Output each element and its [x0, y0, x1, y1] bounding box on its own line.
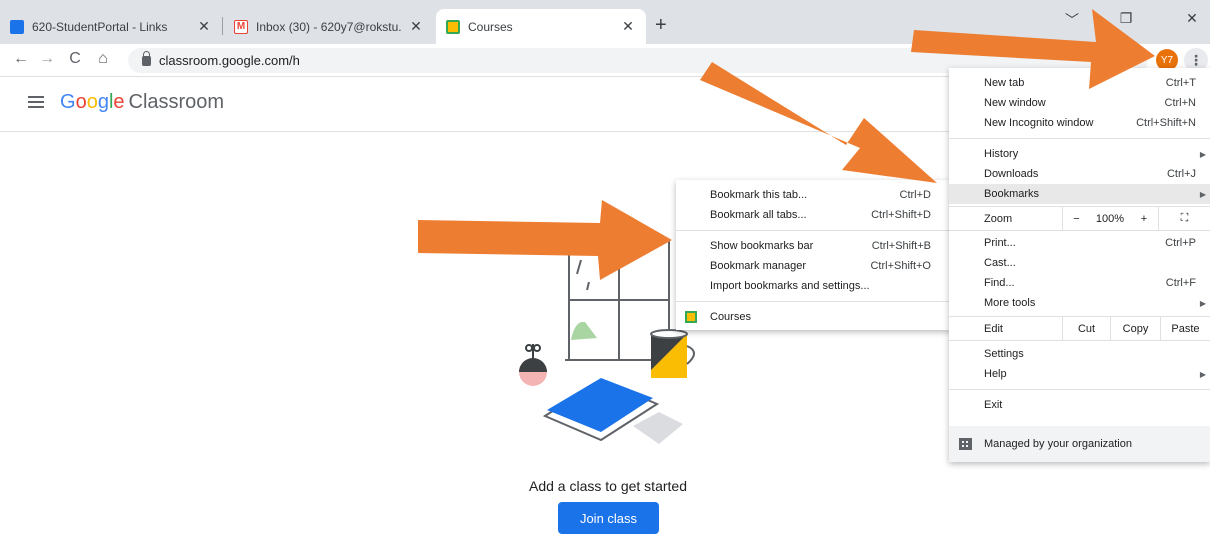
bird-drawing [571, 321, 597, 340]
tab-strip: 620-StudentPortal - Links ✕ M Inbox (30)… [0, 0, 1210, 44]
home-button[interactable]: ⌂ [92, 50, 114, 68]
books-drawing [542, 378, 683, 444]
new-incognito-item[interactable]: New Incognito window Ctrl+Shift+N [949, 113, 1210, 133]
cut-button[interactable]: Cut [1062, 317, 1110, 340]
history-item[interactable]: History ▶ [949, 144, 1210, 164]
edit-row: Edit Cut Copy Paste [949, 316, 1210, 341]
copy-button[interactable]: Copy [1110, 317, 1160, 340]
submenu-arrow-icon: ▶ [1199, 298, 1206, 308]
lock-icon[interactable] [142, 50, 151, 66]
zoom-out-button[interactable]: − [1062, 207, 1090, 230]
forward-button[interactable]: → [36, 50, 58, 68]
back-button[interactable]: ← [10, 50, 32, 68]
help-item[interactable]: Help ▶ [949, 364, 1210, 384]
tab-title: Inbox (30) - 620y7@rokstu.cathol [256, 19, 402, 34]
submenu-arrow-icon: ▶ [1199, 189, 1206, 199]
chrome-main-menu: New tab Ctrl+T New window Ctrl+N New Inc… [949, 68, 1210, 462]
fullscreen-icon[interactable]: ⛶ [1158, 207, 1210, 230]
gmail-icon: M [234, 19, 248, 34]
exit-item[interactable]: Exit [949, 395, 1210, 415]
empty-state-caption: Add a class to get started [529, 478, 687, 494]
tab-courses[interactable]: Courses ✕ [436, 9, 646, 44]
menu-divider [676, 301, 951, 302]
empty-state-illustration [519, 240, 695, 444]
import-bookmarks-item[interactable]: Import bookmarks and settings... [676, 276, 951, 296]
bookmark-this-tab-item[interactable]: Bookmark this tab... Ctrl+D [676, 185, 951, 205]
paste-button[interactable]: Paste [1160, 317, 1210, 340]
zoom-row: Zoom − 100% + ⛶ [949, 206, 1210, 231]
find-item[interactable]: Find... Ctrl+F [949, 273, 1210, 293]
menu-divider [949, 389, 1210, 390]
tab-divider [222, 17, 223, 35]
bookmarks-submenu: Bookmark this tab... Ctrl+D Bookmark all… [676, 180, 951, 330]
bookmark-manager-item[interactable]: Bookmark manager Ctrl+Shift+O [676, 256, 951, 276]
close-tab-icon[interactable]: ✕ [408, 18, 424, 35]
submenu-arrow-icon: ▶ [1199, 369, 1206, 379]
mug-drawing [650, 329, 695, 378]
show-bookmarks-bar-item[interactable]: Show bookmarks bar Ctrl+Shift+B [676, 236, 951, 256]
close-window-button[interactable]: ✕ [1172, 10, 1210, 27]
classroom-favicon-icon [685, 311, 697, 323]
managed-by-org-item[interactable]: Managed by your organization [949, 426, 1210, 462]
print-item[interactable]: Print... Ctrl+P [949, 233, 1210, 253]
tab-title: Courses [468, 19, 513, 34]
tab-student-portal[interactable]: 620-StudentPortal - Links ✕ [0, 9, 222, 44]
url-text[interactable]: classroom.google.com/h [159, 53, 300, 68]
submenu-arrow-icon: ▶ [1199, 149, 1206, 159]
downloads-item[interactable]: Downloads Ctrl+J [949, 164, 1210, 184]
settings-item[interactable]: Settings [949, 344, 1210, 364]
cast-item[interactable]: Cast... [949, 253, 1210, 273]
building-icon [959, 438, 972, 450]
close-tab-icon[interactable]: ✕ [620, 18, 636, 35]
new-window-item[interactable]: New window Ctrl+N [949, 93, 1210, 113]
plant-drawing [519, 344, 547, 386]
google-classroom-logo[interactable]: Google Classroom [60, 91, 224, 114]
hamburger-menu-icon[interactable] [28, 96, 44, 108]
new-tab-item[interactable]: New tab Ctrl+T [949, 73, 1210, 93]
bookmark-courses-item[interactable]: Courses [676, 307, 951, 327]
minimize-button[interactable]: ﹀ [1052, 10, 1092, 30]
restore-button[interactable]: ❐ [1106, 10, 1146, 27]
menu-divider [949, 138, 1210, 139]
zoom-in-button[interactable]: + [1130, 207, 1158, 230]
menu-divider [676, 230, 951, 231]
join-class-button[interactable]: Join class [558, 502, 659, 534]
bookmarks-item[interactable]: Bookmarks ▶ [949, 184, 1210, 204]
close-tab-icon[interactable]: ✕ [196, 18, 212, 35]
reload-button[interactable]: C [64, 50, 86, 68]
bookmark-all-tabs-item[interactable]: Bookmark all tabs... Ctrl+Shift+D [676, 205, 951, 225]
student-portal-favicon-icon [10, 19, 24, 34]
tab-title: 620-StudentPortal - Links [32, 19, 168, 34]
tab-inbox[interactable]: M Inbox (30) - 620y7@rokstu.cathol ✕ [224, 9, 434, 44]
new-tab-button[interactable]: + [655, 14, 667, 37]
classroom-favicon-icon [446, 19, 460, 34]
zoom-level: 100% [1095, 212, 1125, 225]
more-tools-item[interactable]: More tools ▶ [949, 293, 1210, 313]
